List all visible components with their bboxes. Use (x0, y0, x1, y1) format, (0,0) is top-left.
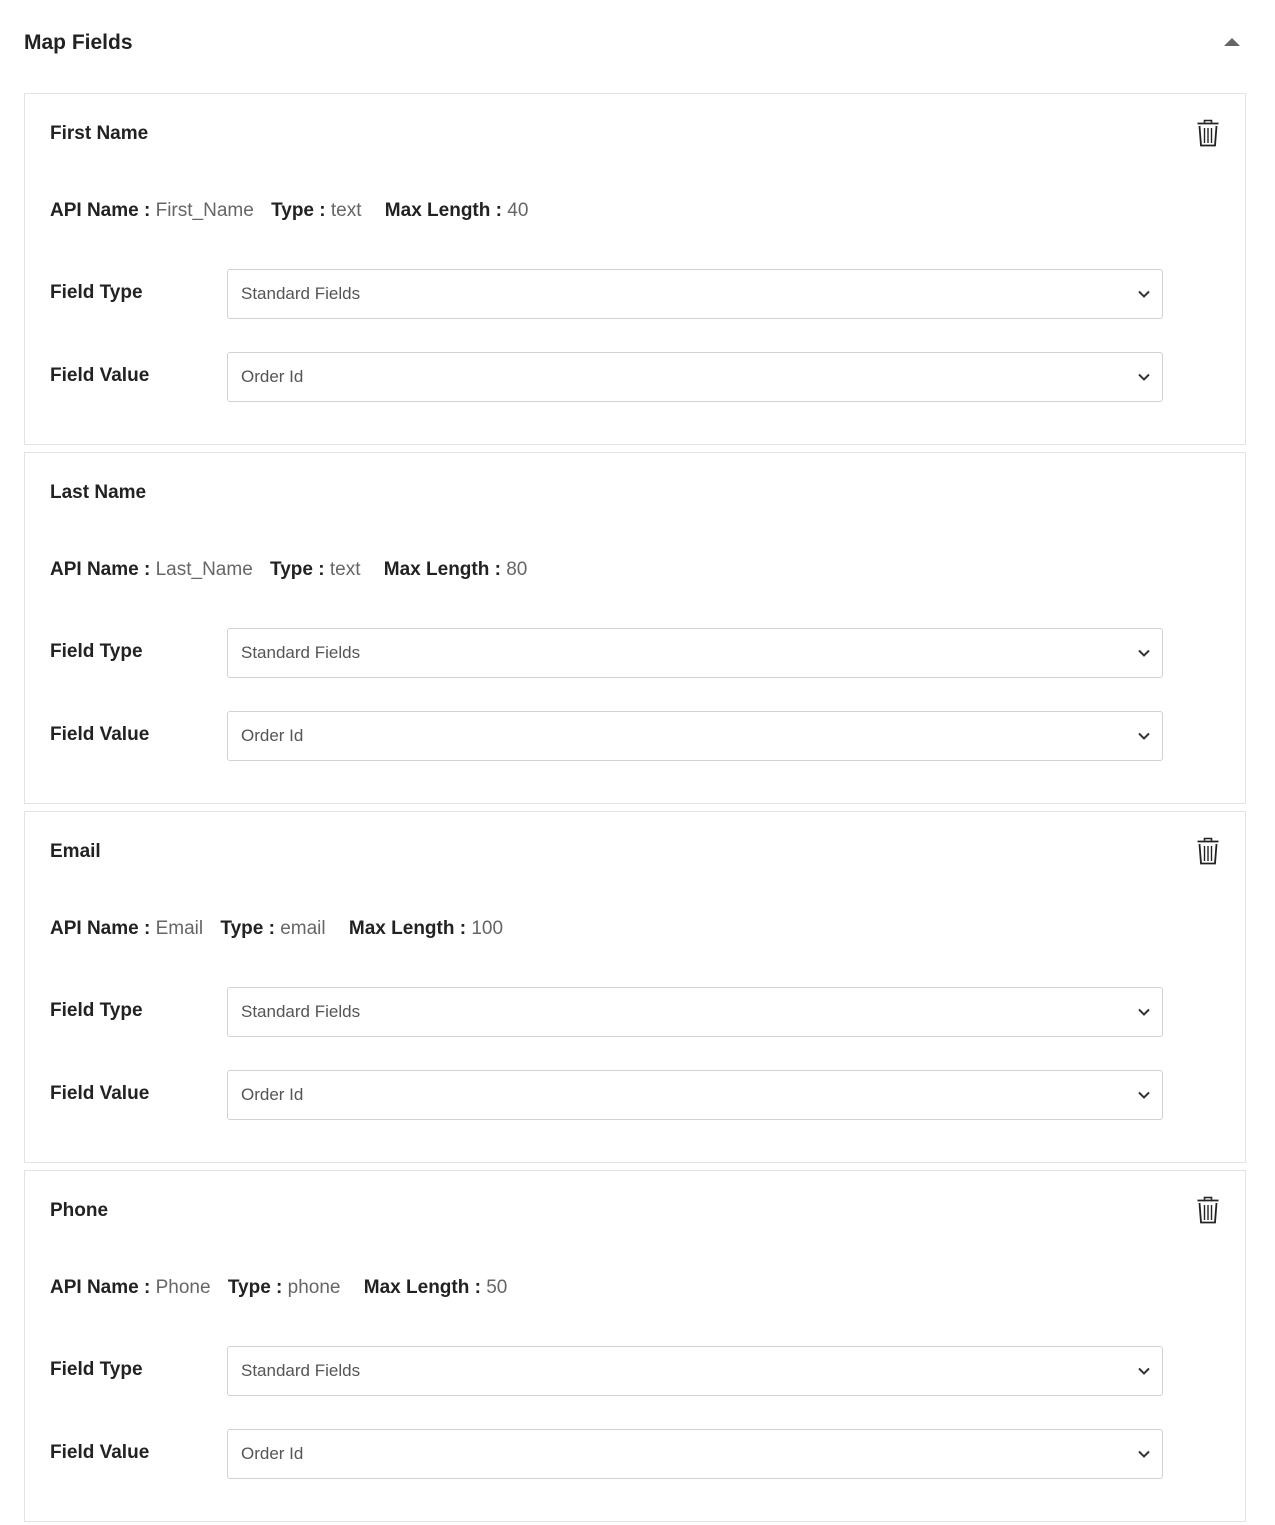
api-name-label: API Name : (50, 559, 151, 580)
field-value-selected: Order Id (241, 367, 304, 386)
field-type-selected: Standard Fields (241, 1361, 361, 1380)
api-name-value: Last_Name (155, 559, 253, 580)
field-value-selected: Order Id (241, 1085, 304, 1104)
chevron-down-icon (1138, 649, 1150, 657)
max-length-label: Max Length : (348, 918, 467, 939)
type-label: Type : (227, 1277, 283, 1298)
chevron-down-icon (1138, 1091, 1150, 1099)
max-length-label: Max Length : (384, 200, 502, 221)
field-type-selected: Standard Fields (241, 643, 361, 662)
field-value-selected: Order Id (241, 1444, 304, 1463)
type-value: text (330, 200, 362, 221)
field-mapping-list: First Name API Name : First_Name Type : … (24, 93, 1246, 1522)
field-value-label: Field Value (50, 1083, 150, 1104)
type-label: Type : (270, 559, 325, 580)
api-name-value: Email (155, 918, 204, 939)
field-mapping-card: First Name API Name : First_Name Type : … (24, 93, 1246, 445)
field-title: Email (50, 841, 101, 862)
map-fields-header: Map Fields (0, 0, 1275, 90)
type-label: Type : (271, 200, 326, 221)
field-title: Last Name (50, 482, 147, 503)
api-name-label: API Name : (50, 1277, 151, 1298)
field-value-select[interactable]: Order Id (227, 1429, 1163, 1479)
field-value-select[interactable]: Order Id (227, 352, 1163, 402)
max-length-value: 50 (486, 1277, 508, 1298)
chevron-down-icon (1138, 1008, 1150, 1016)
caret-up-icon[interactable] (1224, 38, 1240, 46)
chevron-down-icon (1138, 290, 1150, 298)
field-value-select[interactable]: Order Id (227, 711, 1163, 761)
type-value: email (280, 918, 326, 939)
trash-icon[interactable] (1196, 119, 1220, 147)
field-meta: API Name : Email Type : email Max Length… (50, 918, 503, 940)
field-type-select[interactable]: Standard Fields (227, 628, 1163, 678)
max-length-value: 40 (507, 200, 529, 221)
trash-icon[interactable] (1196, 837, 1220, 865)
field-type-label: Field Type (50, 1359, 143, 1380)
max-length-label: Max Length : (363, 1277, 481, 1298)
chevron-down-icon (1138, 1367, 1150, 1375)
max-length-label: Max Length : (383, 559, 501, 580)
chevron-down-icon (1138, 732, 1150, 740)
field-type-selected: Standard Fields (241, 284, 361, 303)
api-name-value: First_Name (155, 200, 254, 221)
max-length-value: 100 (471, 918, 504, 939)
field-type-label: Field Type (50, 1000, 143, 1021)
api-name-value: Phone (155, 1277, 211, 1298)
chevron-down-icon (1138, 1450, 1150, 1458)
field-mapping-card: Email API Name : Email Type : email Max … (24, 811, 1246, 1163)
type-value: phone (287, 1277, 341, 1298)
api-name-label: API Name : (50, 200, 151, 221)
field-meta: API Name : First_Name Type : text Max Le… (50, 200, 528, 222)
max-length-value: 80 (506, 559, 528, 580)
api-name-label: API Name : (50, 918, 151, 939)
field-type-selected: Standard Fields (241, 1002, 361, 1021)
trash-icon[interactable] (1196, 1196, 1220, 1224)
field-meta: API Name : Last_Name Type : text Max Len… (50, 559, 527, 581)
field-value-selected: Order Id (241, 726, 304, 745)
field-type-select[interactable]: Standard Fields (227, 1346, 1163, 1396)
type-value: text (329, 559, 361, 580)
section-title: Map Fields (24, 31, 133, 54)
chevron-down-icon (1138, 373, 1150, 381)
field-title: First Name (50, 123, 149, 144)
field-type-select[interactable]: Standard Fields (227, 269, 1163, 319)
field-value-label: Field Value (50, 365, 150, 386)
field-value-select[interactable]: Order Id (227, 1070, 1163, 1120)
field-meta: API Name : Phone Type : phone Max Length… (50, 1277, 507, 1299)
field-value-label: Field Value (50, 724, 150, 745)
field-type-label: Field Type (50, 641, 143, 662)
field-type-label: Field Type (50, 282, 143, 303)
field-type-select[interactable]: Standard Fields (227, 987, 1163, 1037)
type-label: Type : (220, 918, 275, 939)
field-mapping-card: Phone API Name : Phone Type : phone Max … (24, 1170, 1246, 1522)
field-mapping-card: Last Name API Name : Last_Name Type : te… (24, 452, 1246, 804)
field-title: Phone (50, 1200, 109, 1221)
field-value-label: Field Value (50, 1442, 150, 1463)
